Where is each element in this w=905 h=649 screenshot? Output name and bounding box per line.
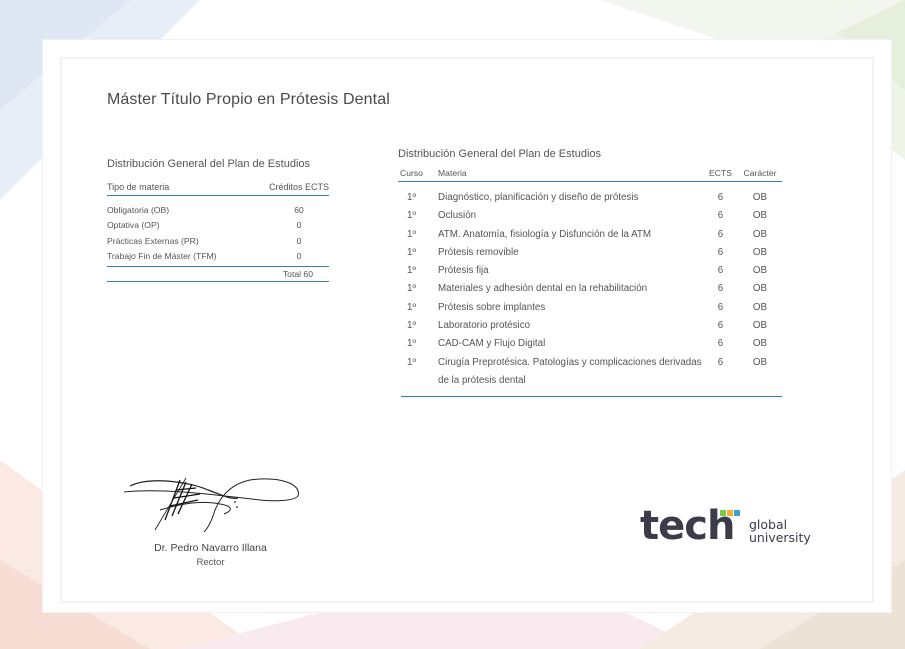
row-ects: 6 xyxy=(717,338,724,350)
table-row: 1º Oclusión 6 OB xyxy=(398,207,782,225)
summary-row: Optativa (OP) 0 xyxy=(107,218,329,234)
row-caracter: OB xyxy=(752,265,768,277)
table-row: 1º Materiales y adhesión dental en la re… xyxy=(398,280,782,298)
col-materia: Materia xyxy=(438,168,467,178)
summary-row-credits: 0 xyxy=(296,251,302,262)
row-materia: Prótesis sobre implantes xyxy=(438,301,546,313)
table-row: 1º Cirugía Preprotésica. Patologías y co… xyxy=(398,354,782,390)
row-curso: 1º xyxy=(407,265,417,277)
row-caracter: OB xyxy=(752,192,768,203)
col-curso: Curso xyxy=(400,168,423,178)
signature-image xyxy=(123,477,299,533)
row-materia: Materiales y adhesión dental en la rehab… xyxy=(438,283,648,295)
summary-header-row: Tipo de materia Créditos ECTS xyxy=(107,182,329,196)
row-curso: 1º xyxy=(407,210,417,222)
curriculum-heading: Distribución General del Plan de Estudio… xyxy=(398,148,602,160)
signatory-role: Rector xyxy=(196,557,225,568)
summary-col-credits: Créditos ECTS xyxy=(268,182,329,192)
curriculum-header-row: Curso Materia ECTS Carácter xyxy=(398,168,782,182)
row-curso: 1º xyxy=(407,301,417,313)
row-ects: 6 xyxy=(717,192,724,203)
row-materia: Oclusión xyxy=(438,210,477,222)
row-curso: 1º xyxy=(407,356,417,368)
row-materia: Prótesis removible xyxy=(438,246,519,258)
summary-row-credits: 0 xyxy=(296,235,302,246)
row-materia: Laboratorio protésico xyxy=(438,320,531,332)
summary-table: Distribución General del Plan de Estudio… xyxy=(107,158,329,282)
row-caracter: OB xyxy=(752,301,768,313)
table-row: 1º CAD-CAM y Flujo Digital 6 OB xyxy=(398,335,782,353)
table-row: 1º Prótesis removible 6 OB xyxy=(398,244,782,262)
row-ects: 6 xyxy=(717,246,724,258)
table-row: 1º ATM. Anatomía, fisiología y Disfunció… xyxy=(398,226,782,244)
row-curso: 1º xyxy=(407,338,417,350)
summary-row-type: Prácticas Externas (PR) xyxy=(107,235,199,246)
summary-row: Obligatoria (OB) 60 xyxy=(107,202,329,218)
row-ects: 6 xyxy=(717,265,724,277)
table-row: 1º Diagnóstico, planificación y diseño d… xyxy=(398,189,782,207)
row-caracter: OB xyxy=(752,283,768,295)
logo-line-university: university xyxy=(749,530,811,545)
table-row: 1º Prótesis fija 6 OB xyxy=(398,262,782,280)
summary-heading: Distribución General del Plan de Estudio… xyxy=(107,158,311,170)
row-caracter: OB xyxy=(752,320,768,332)
table-row: 1º Laboratorio protésico 6 OB xyxy=(398,317,782,335)
row-ects: 6 xyxy=(717,210,724,222)
summary-row-type: Obligatoria (OB) xyxy=(107,204,170,215)
signatory-name: Dr. Pedro Navarro Illana xyxy=(154,542,267,554)
page-title: Máster Título Propio en Prótesis Dental xyxy=(107,91,390,108)
row-curso: 1º xyxy=(407,320,417,332)
row-caracter: OB xyxy=(752,356,768,368)
tech-logo: tech global university xyxy=(640,504,820,554)
row-curso: 1º xyxy=(407,192,417,203)
summary-row-type: Optativa (OP) xyxy=(107,220,160,231)
row-ects: 6 xyxy=(717,356,724,368)
row-caracter: OB xyxy=(752,246,768,258)
summary-row-type: Trabajo Fin de Máster (TFM) xyxy=(107,251,217,262)
summary-col-type: Tipo de materia xyxy=(107,182,170,192)
col-ects: ECTS xyxy=(709,168,732,178)
row-curso: 1º xyxy=(407,283,417,295)
curriculum-table: Distribución General del Plan de Estudio… xyxy=(398,148,782,397)
row-ects: 6 xyxy=(717,283,724,295)
row-ects: 6 xyxy=(717,320,724,332)
summary-row: Prácticas Externas (PR) 0 xyxy=(107,233,329,249)
row-materia: Cirugía Preprotésica. Patologías y compl… xyxy=(438,356,702,386)
row-ects: 6 xyxy=(717,301,724,313)
row-caracter: OB xyxy=(752,228,768,240)
summary-row-credits: 0 xyxy=(296,220,302,231)
summary-total: Total 60 xyxy=(107,266,329,282)
row-curso: 1º xyxy=(407,228,417,240)
col-caracter: Carácter xyxy=(743,168,777,178)
row-caracter: OB xyxy=(752,210,768,222)
row-materia: Prótesis fija xyxy=(438,265,489,277)
logo-accent-icon xyxy=(720,510,740,516)
logo-subtitle: global university xyxy=(749,518,811,544)
row-curso: 1º xyxy=(407,246,417,258)
row-materia: Diagnóstico, planificación y diseño de p… xyxy=(438,192,639,203)
curriculum-bottom-rule xyxy=(401,395,782,397)
summary-rows: Obligatoria (OB) 60 Optativa (OP) 0 Prác… xyxy=(107,196,329,264)
summary-row: Trabajo Fin de Máster (TFM) 0 xyxy=(107,249,329,265)
row-materia: ATM. Anatomía, fisiología y Disfunción d… xyxy=(438,228,652,240)
row-materia: CAD-CAM y Flujo Digital xyxy=(438,338,546,350)
row-caracter: OB xyxy=(752,338,768,350)
row-ects: 6 xyxy=(717,228,724,240)
curriculum-rows: 1º Diagnóstico, planificación y diseño d… xyxy=(398,182,782,390)
table-row: 1º Prótesis sobre implantes 6 OB xyxy=(398,299,782,317)
summary-row-credits: 60 xyxy=(294,204,304,215)
